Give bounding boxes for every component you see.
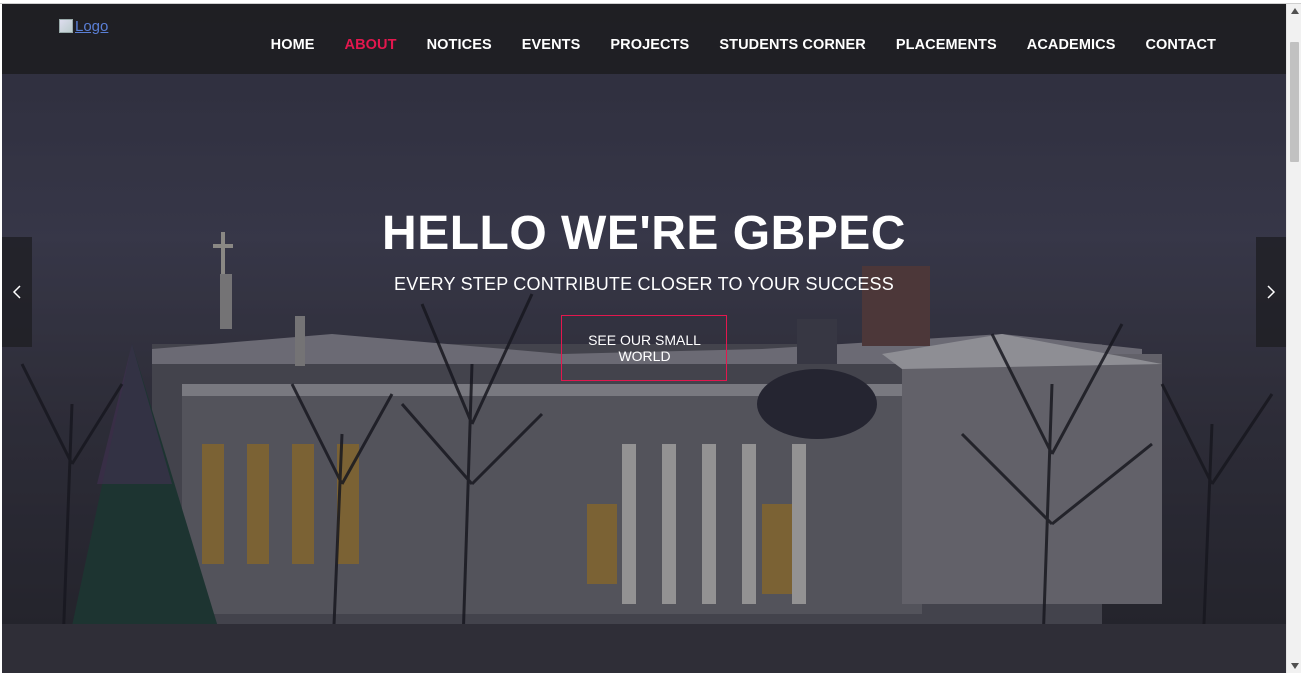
triangle-up-icon	[1290, 8, 1299, 14]
nav-item-placements: PLACEMENTS	[896, 34, 997, 53]
nav-item-home: HOME	[271, 34, 315, 53]
slider-next-button[interactable]	[1256, 237, 1286, 347]
nav-item-notices: NOTICES	[427, 34, 492, 53]
nav-link-notices[interactable]: NOTICES	[427, 37, 492, 53]
nav-item-events: EVENTS	[522, 34, 581, 53]
logo-alt-text: Logo	[75, 17, 109, 35]
triangle-down-icon	[1290, 663, 1299, 669]
chevron-left-icon	[12, 285, 21, 299]
site-logo[interactable]: Logo	[59, 16, 108, 36]
slider-prev-button[interactable]	[2, 237, 32, 347]
page-viewport: Logo HOME ABOUT NOTICES EVENTS PROJECTS …	[2, 4, 1286, 673]
nav-item-projects: PROJECTS	[610, 34, 689, 53]
scroll-up-button[interactable]	[1287, 4, 1301, 18]
main-menu: HOME ABOUT NOTICES EVENTS PROJECTS STUDE…	[271, 34, 1216, 53]
nav-link-about[interactable]: ABOUT	[345, 37, 397, 53]
see-our-small-world-button[interactable]: SEE OUR SMALL WORLD	[561, 315, 727, 381]
hero-subtitle: EVERY STEP CONTRIBUTE CLOSER TO YOUR SUC…	[394, 274, 894, 294]
chevron-right-icon	[1267, 285, 1276, 299]
top-navbar: Logo HOME ABOUT NOTICES EVENTS PROJECTS …	[2, 4, 1286, 74]
nav-link-events[interactable]: EVENTS	[522, 37, 581, 53]
nav-link-academics[interactable]: ACADEMICS	[1027, 37, 1116, 53]
nav-link-contact[interactable]: CONTACT	[1145, 37, 1216, 53]
nav-item-about: ABOUT	[345, 34, 397, 53]
scroll-down-button[interactable]	[1287, 659, 1301, 673]
nav-link-projects[interactable]: PROJECTS	[610, 37, 689, 53]
nav-link-students-corner[interactable]: STUDENTS CORNER	[719, 37, 866, 53]
scrollbar-thumb[interactable]	[1290, 42, 1299, 162]
broken-image-icon	[59, 19, 73, 33]
nav-item-students-corner: STUDENTS CORNER	[719, 34, 866, 53]
nav-link-placements[interactable]: PLACEMENTS	[896, 37, 997, 53]
hero-content: HELLO WE'RE GBPEC EVERY STEP CONTRIBUTE …	[2, 204, 1286, 381]
page-scrollbar[interactable]	[1286, 4, 1301, 673]
nav-link-home[interactable]: HOME	[271, 37, 315, 53]
hero-title: HELLO WE'RE GBPEC	[382, 207, 906, 260]
nav-item-contact: CONTACT	[1145, 34, 1216, 53]
nav-item-academics: ACADEMICS	[1027, 34, 1116, 53]
